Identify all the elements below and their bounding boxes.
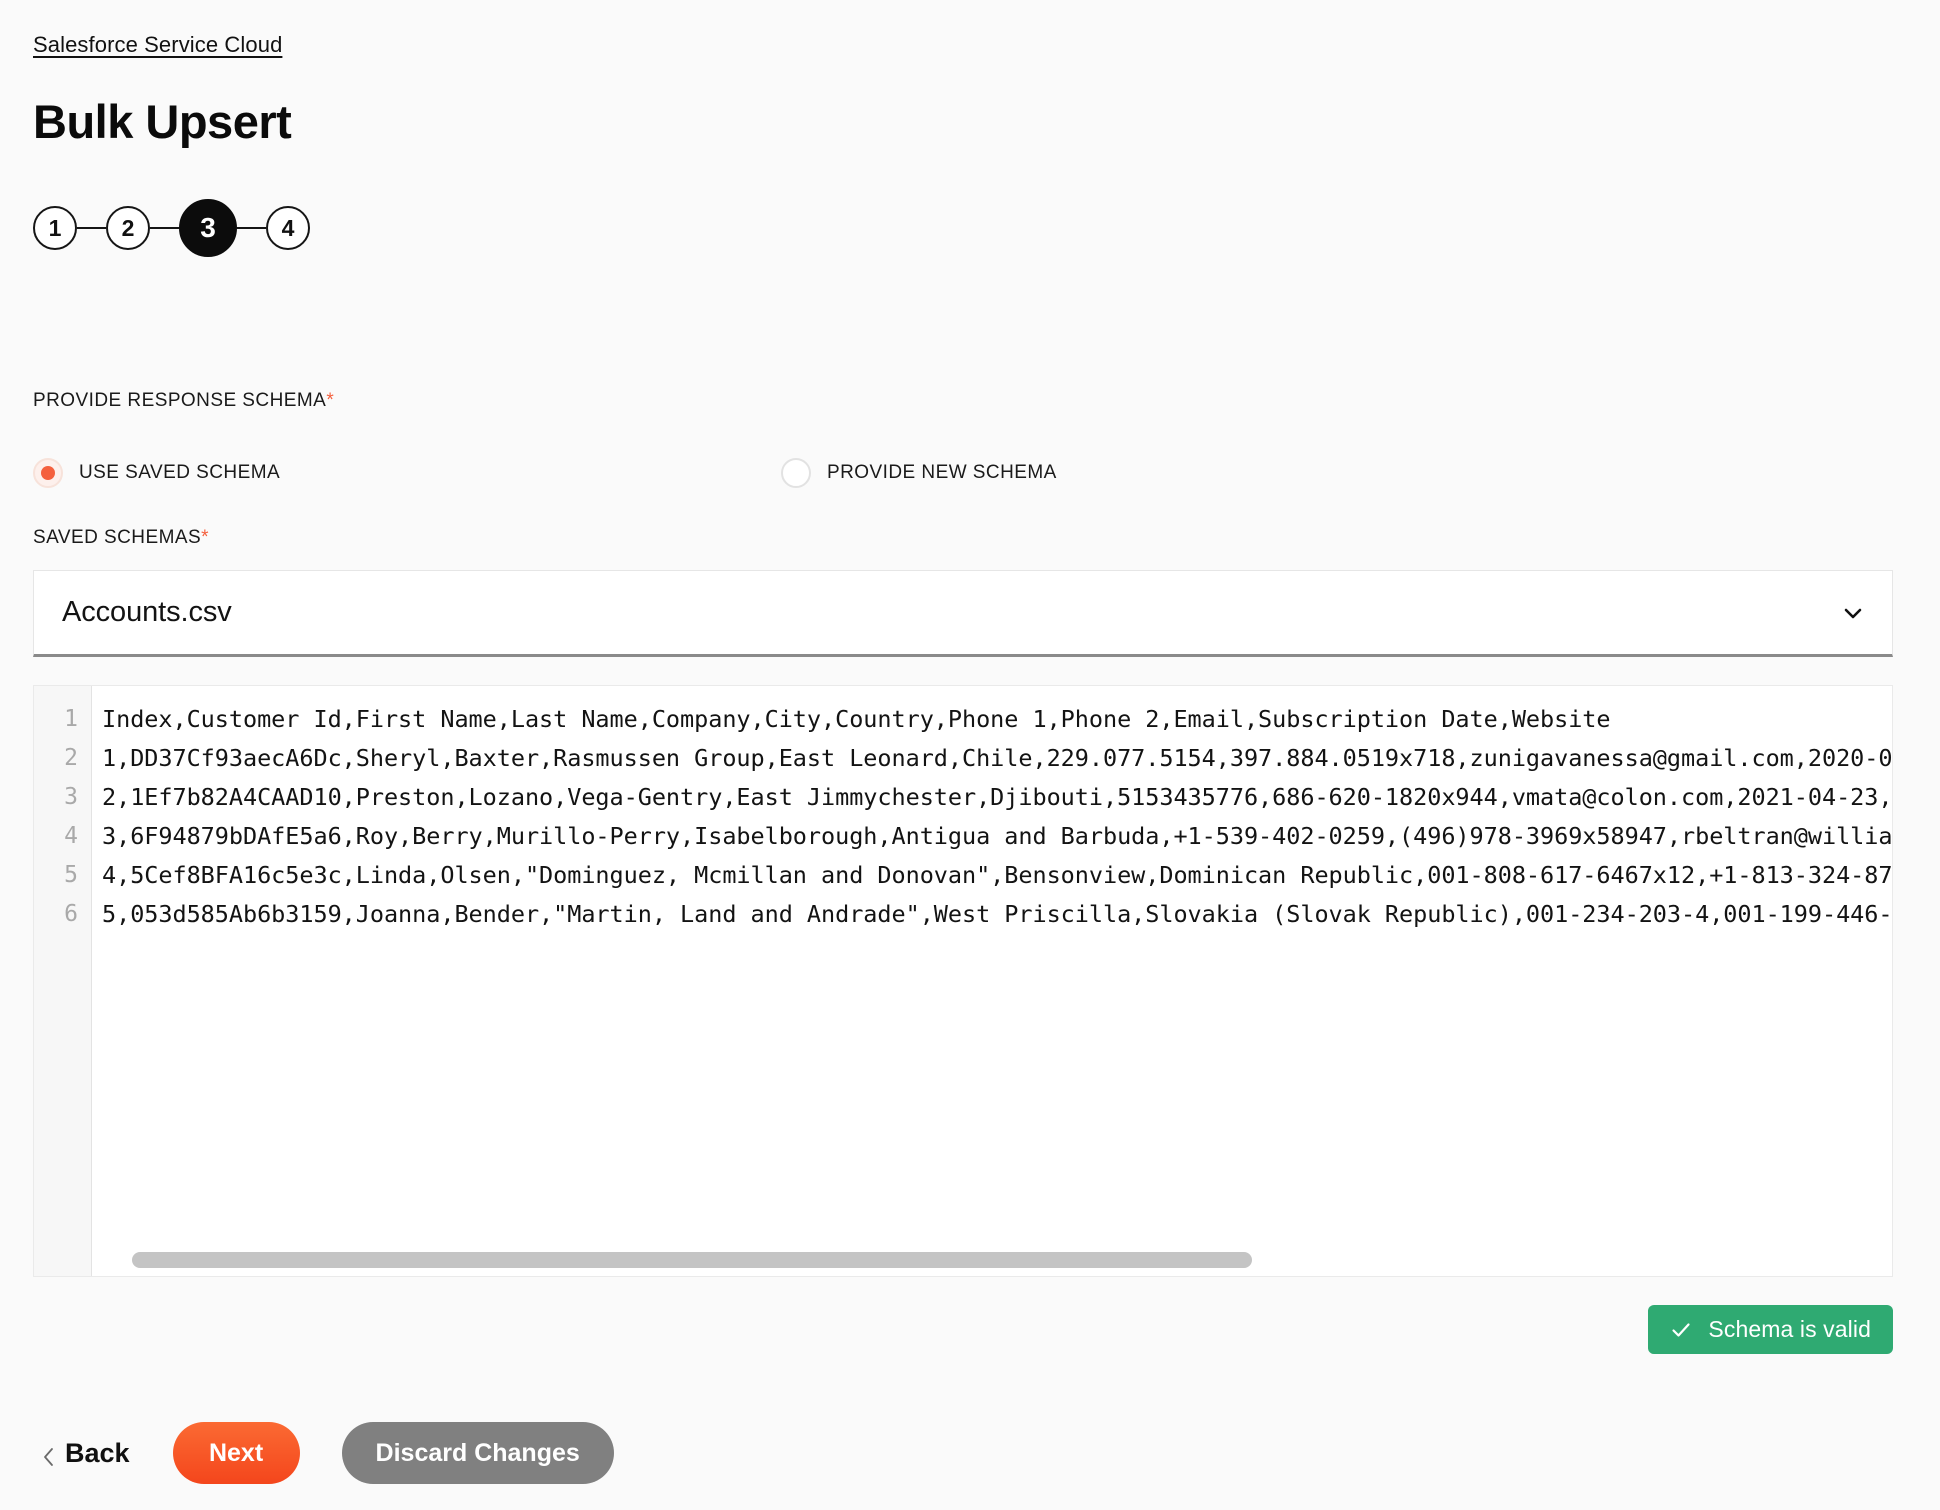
- line-number: 5: [64, 862, 78, 888]
- saved-schemas-select[interactable]: Accounts.csv: [33, 570, 1893, 657]
- schema-validation-badge: Schema is valid: [1648, 1305, 1893, 1354]
- discard-changes-button[interactable]: Discard Changes: [341, 1422, 614, 1484]
- saved-schemas-text: SAVED SCHEMAS: [33, 527, 202, 548]
- schema-code-editor[interactable]: 1 2 3 4 5 6 Index,Customer Id,First Name…: [33, 685, 1893, 1277]
- provide-response-schema-label: PROVIDE RESPONSE SCHEMA*: [33, 390, 334, 412]
- step-3[interactable]: 3: [179, 199, 237, 257]
- footer-actions: Back Next Discard Changes: [42, 1422, 614, 1484]
- radio-dot: [41, 466, 55, 480]
- radio-provide-new-schema-label: PROVIDE NEW SCHEMA: [827, 462, 1057, 483]
- chevron-down-icon: [1842, 602, 1864, 624]
- editor-line-number-gutter: 1 2 3 4 5 6: [34, 686, 92, 1276]
- next-button[interactable]: Next: [172, 1422, 300, 1484]
- radio-selected-icon: [33, 458, 63, 488]
- editor-scrollbar-thumb[interactable]: [132, 1252, 1252, 1268]
- line-number: 6: [64, 901, 78, 927]
- step-4[interactable]: 4: [266, 206, 310, 250]
- radio-provide-new-schema[interactable]: PROVIDE NEW SCHEMA: [781, 458, 1057, 488]
- step-2[interactable]: 2: [106, 206, 150, 250]
- stepper: 1 2 3 4: [33, 199, 310, 257]
- radio-use-saved-schema[interactable]: USE SAVED SCHEMA: [33, 458, 280, 488]
- line-number: 2: [64, 745, 78, 771]
- radio-unselected-icon: [781, 458, 811, 488]
- step-1[interactable]: 1: [33, 206, 77, 250]
- step-connector-2-3: [150, 227, 179, 229]
- line-number: 4: [64, 823, 78, 849]
- required-asterisk: *: [326, 390, 335, 411]
- line-number: 3: [64, 784, 78, 810]
- schema-validation-message: Schema is valid: [1708, 1316, 1871, 1342]
- page-title: Bulk Upsert: [33, 95, 292, 148]
- required-asterisk: *: [201, 527, 209, 548]
- editor-horizontal-scrollbar[interactable]: [92, 1252, 1892, 1268]
- saved-schemas-label: SAVED SCHEMAS*: [33, 527, 209, 549]
- editor-content[interactable]: Index,Customer Id,First Name,Last Name,C…: [92, 686, 1892, 1276]
- line-number: 1: [64, 706, 78, 732]
- code-line: Index,Customer Id,First Name,Last Name,C…: [102, 705, 1611, 733]
- code-line: 1,DD37Cf93aecA6Dc,Sheryl,Baxter,Rasmusse…: [102, 744, 1892, 772]
- chevron-left-icon: [42, 1443, 55, 1466]
- code-line: 4,5Cef8BFA16c5e3c,Linda,Olsen,"Dominguez…: [102, 861, 1892, 889]
- provide-response-schema-text: PROVIDE RESPONSE SCHEMA: [33, 390, 327, 411]
- back-button[interactable]: Back: [42, 1438, 130, 1469]
- response-schema-radio-group: USE SAVED SCHEMA PROVIDE NEW SCHEMA: [33, 458, 1533, 492]
- code-line: 2,1Ef7b82A4CAAD10,Preston,Lozano,Vega-Ge…: [102, 783, 1892, 811]
- step-connector-3-4: [237, 227, 266, 229]
- check-icon: [1670, 1319, 1692, 1341]
- code-line: 5,053d585Ab6b3159,Joanna,Bender,"Martin,…: [102, 900, 1892, 928]
- back-button-label: Back: [65, 1437, 130, 1468]
- radio-use-saved-schema-label: USE SAVED SCHEMA: [79, 462, 281, 483]
- bulk-upsert-page: Salesforce Service Cloud Bulk Upsert 1 2…: [0, 0, 1940, 1510]
- code-line: 3,6F94879bDAfE5a6,Roy,Berry,Murillo-Perr…: [102, 822, 1892, 850]
- breadcrumb-salesforce-service-cloud[interactable]: Salesforce Service Cloud: [33, 32, 282, 58]
- saved-schemas-selected-value: Accounts.csv: [62, 596, 232, 628]
- step-connector-1-2: [77, 227, 106, 229]
